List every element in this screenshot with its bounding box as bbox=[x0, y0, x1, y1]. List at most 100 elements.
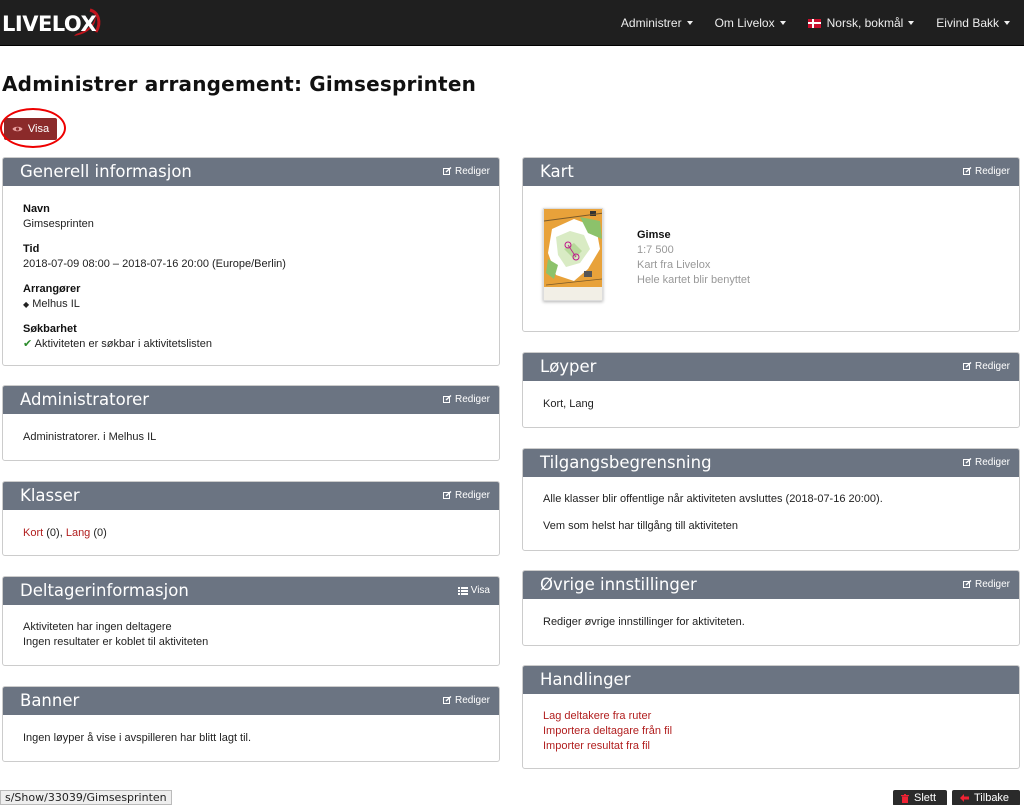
edit-label: Rediger bbox=[454, 166, 490, 177]
nav-language[interactable]: Norsk, bokmål bbox=[797, 0, 926, 46]
view-participants-button[interactable]: Visa bbox=[457, 585, 490, 596]
administrators-title: Administratorer bbox=[20, 390, 150, 409]
edit-label: Rediger bbox=[974, 361, 1010, 372]
banner-panel: Banner Rediger Ingen løyper å vise i avs… bbox=[2, 686, 500, 762]
edit-access-button[interactable]: Rediger bbox=[962, 457, 1010, 468]
courses-text: Kort, Lang bbox=[543, 398, 594, 410]
edit-general-button[interactable]: Rediger bbox=[442, 166, 490, 177]
banner-text: Ingen løyper å vise i avspilleren har bl… bbox=[23, 732, 252, 744]
visa-button-label: Visa bbox=[27, 123, 50, 135]
banner-title: Banner bbox=[20, 691, 80, 710]
list-icon bbox=[457, 586, 468, 595]
participants-title: Deltagerinformasjon bbox=[20, 581, 189, 600]
edit-label: Rediger bbox=[974, 457, 1010, 468]
search-value-text: Aktiviteten er søkbar i aktivitetslisten bbox=[34, 338, 212, 350]
organizers-label: Arrangører bbox=[23, 283, 81, 295]
edit-label: Rediger bbox=[454, 394, 490, 405]
name-value: Gimsesprinten bbox=[23, 218, 94, 230]
logo-text: LIVELOX bbox=[2, 12, 97, 36]
name-label: Navn bbox=[23, 203, 50, 215]
participants-line1: Aktiviteten har ingen deltagere bbox=[23, 621, 172, 633]
edit-administrators-button[interactable]: Rediger bbox=[442, 394, 490, 405]
access-panel: Tilgangsbegrensning Rediger Alle klasser… bbox=[522, 448, 1020, 551]
edit-icon bbox=[442, 167, 452, 175]
caret-down-icon bbox=[779, 21, 786, 25]
edit-label: Rediger bbox=[454, 695, 490, 706]
search-label: Søkbarhet bbox=[23, 323, 77, 335]
administrators-text: Administratorer. i Melhus IL bbox=[23, 431, 157, 443]
edit-icon bbox=[962, 580, 972, 588]
administrators-panel: Administratorer Rediger Administratorer.… bbox=[2, 385, 500, 461]
class-count-kort: (0) bbox=[46, 527, 60, 539]
nav-om-livelox[interactable]: Om Livelox bbox=[704, 0, 797, 46]
back-button[interactable]: Tilbake bbox=[952, 790, 1020, 805]
nav-administrer-label: Administrer bbox=[620, 16, 682, 30]
back-label: Tilbake bbox=[974, 792, 1010, 804]
status-bar-url: s/Show/33039/Gimsesprinten bbox=[0, 790, 172, 805]
other-settings-panel: Øvrige innstillinger Rediger Rediger øvr… bbox=[522, 570, 1020, 646]
nav-user-label: Eivind Bakk bbox=[936, 16, 999, 30]
action-import-results-link[interactable]: Importer resultat fra fil bbox=[543, 739, 999, 754]
map-name: Gimse bbox=[637, 229, 671, 241]
map-thumbnail[interactable] bbox=[543, 208, 603, 301]
edit-banner-button[interactable]: Rediger bbox=[442, 695, 490, 706]
other-settings-text: Rediger øvrige innstillinger for aktivit… bbox=[543, 616, 745, 628]
class-link-kort[interactable]: Kort bbox=[23, 527, 43, 539]
norway-flag-icon bbox=[807, 18, 821, 28]
caret-down-icon bbox=[1004, 21, 1010, 25]
courses-title: Løyper bbox=[540, 357, 597, 376]
nav-administrer[interactable]: Administrer bbox=[610, 0, 704, 46]
edit-icon bbox=[442, 491, 452, 499]
organizers-value: ◆ Melhus IL bbox=[23, 297, 479, 312]
map-source: Kart fra Livelox bbox=[637, 259, 711, 271]
organizer-icon: ◆ bbox=[23, 300, 30, 309]
access-line1: Alle klasser blir offentlige når aktivit… bbox=[543, 493, 883, 505]
organizer-name: Melhus IL bbox=[32, 298, 80, 310]
edit-classes-button[interactable]: Rediger bbox=[442, 490, 490, 501]
map-image bbox=[544, 209, 602, 300]
map-panel: Kart Rediger Gimse 1:7 500 Kart fra Live… bbox=[522, 157, 1020, 332]
edit-other-settings-button[interactable]: Rediger bbox=[962, 579, 1010, 590]
view-label: Visa bbox=[470, 585, 490, 596]
edit-label: Rediger bbox=[974, 166, 1010, 177]
map-title: Kart bbox=[540, 162, 574, 181]
map-info: Gimse 1:7 500 Kart fra Livelox Hele kart… bbox=[637, 228, 750, 288]
time-value: 2018-07-09 08:00 – 2018-07-16 20:00 (Eur… bbox=[23, 258, 286, 270]
general-info-panel: Generell informasjon Rediger Navn Gimses… bbox=[2, 157, 500, 366]
other-settings-title: Øvrige innstillinger bbox=[540, 575, 697, 594]
edit-icon bbox=[442, 696, 452, 704]
action-import-participants-link[interactable]: Importera deltagare från fil bbox=[543, 724, 999, 739]
nav-language-label: Norsk, bokmål bbox=[826, 16, 904, 30]
access-line2: Vem som helst har tillgång till aktivite… bbox=[543, 520, 739, 532]
edit-label: Rediger bbox=[974, 579, 1010, 590]
class-link-lang[interactable]: Lang bbox=[66, 527, 90, 539]
edit-map-button[interactable]: Rediger bbox=[962, 166, 1010, 177]
delete-button[interactable]: Slett bbox=[893, 790, 947, 805]
caret-down-icon bbox=[908, 21, 915, 25]
top-navbar: LIVELOX Administrer Om Livelox Norsk, bo… bbox=[0, 0, 1024, 46]
participants-panel: Deltagerinformasjon Visa Aktiviteten har… bbox=[2, 576, 500, 666]
map-usage: Hele kartet blir benyttet bbox=[637, 274, 751, 286]
livelox-logo[interactable]: LIVELOX bbox=[2, 8, 101, 38]
access-title: Tilgangsbegrensning bbox=[540, 453, 712, 472]
class-count-lang: (0) bbox=[93, 527, 107, 539]
edit-icon bbox=[962, 458, 972, 466]
classes-title: Klasser bbox=[20, 486, 80, 505]
actions-title: Handlinger bbox=[540, 670, 631, 689]
map-scale: 1:7 500 bbox=[637, 244, 674, 256]
participants-line2: Ingen resultater er koblet til aktivitet… bbox=[23, 636, 209, 648]
edit-courses-button[interactable]: Rediger bbox=[962, 361, 1010, 372]
caret-down-icon bbox=[686, 21, 693, 25]
nav-user-menu[interactable]: Eivind Bakk bbox=[925, 0, 1024, 46]
action-create-participants-link[interactable]: Lag deltakere fra ruter bbox=[543, 709, 999, 724]
courses-panel: Løyper Rediger Kort, Lang bbox=[522, 352, 1020, 428]
check-icon: ✔ bbox=[23, 338, 33, 350]
page-title: Administrer arrangement: Gimsesprinten bbox=[2, 72, 477, 96]
eye-icon bbox=[12, 126, 23, 132]
search-value: ✔ Aktiviteten er søkbar i aktivitetslist… bbox=[23, 337, 479, 352]
delete-label: Slett bbox=[914, 792, 937, 804]
general-info-title: Generell informasjon bbox=[20, 162, 192, 181]
edit-label: Rediger bbox=[454, 490, 490, 501]
actions-panel: Handlinger Lag deltakere fra ruter Impor… bbox=[522, 665, 1020, 769]
visa-button[interactable]: Visa bbox=[4, 118, 57, 140]
